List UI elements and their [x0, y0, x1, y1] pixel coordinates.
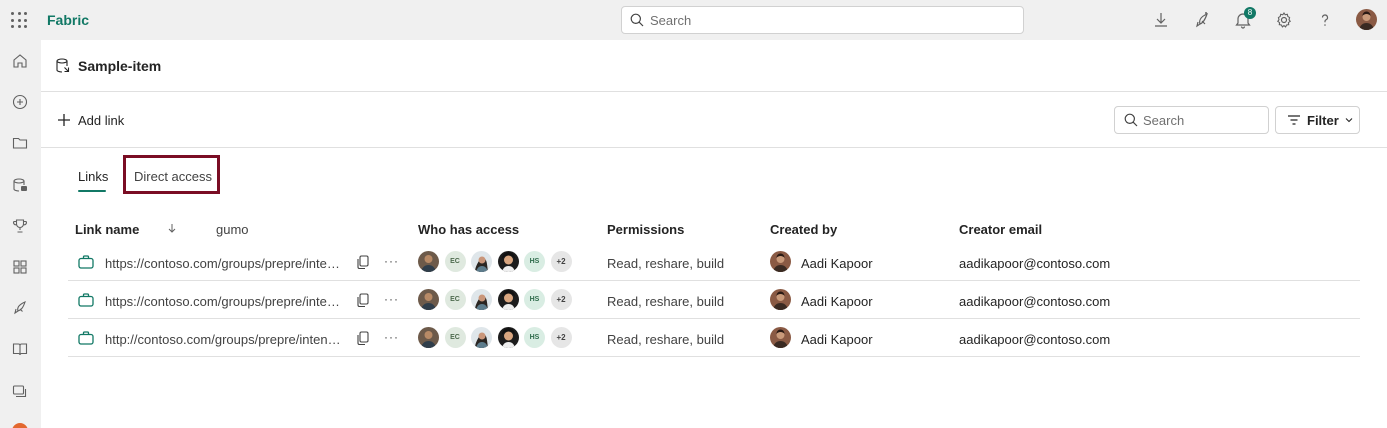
more-access-count[interactable]: +2 [550, 251, 572, 272]
access-avatar [497, 289, 519, 310]
trophy-icon[interactable] [11, 217, 29, 235]
help-icon[interactable] [1315, 10, 1335, 30]
briefcase-link-icon [78, 331, 94, 345]
link-url[interactable]: https://contoso.com/groups/prepre/intent… [105, 256, 341, 271]
learn-icon[interactable] [11, 340, 29, 358]
access-avatar-initials: HS [524, 251, 545, 272]
table-header: Link name gumo Who has access Permission… [68, 218, 1360, 242]
briefcase-link-icon [78, 293, 94, 307]
column-header-created-by[interactable]: Created by [770, 222, 837, 237]
add-link-label: Add link [78, 112, 125, 128]
creator-name: Aadi Kapoor [801, 294, 873, 309]
creator-avatar [770, 289, 791, 310]
data-hub-icon[interactable] [11, 176, 29, 194]
access-avatar [418, 327, 439, 348]
deployment-icon[interactable] [11, 299, 29, 317]
links-search-box[interactable] [1114, 106, 1269, 134]
global-search-input[interactable] [650, 11, 1010, 29]
creator-email: aadikapoor@contoso.com [959, 256, 1111, 271]
tab-links[interactable]: Links [78, 169, 109, 192]
active-tab-indicator [78, 190, 106, 192]
link-url[interactable]: https://contoso.com/groups/prepre/intent… [105, 294, 341, 309]
global-search-box[interactable] [621, 6, 1024, 34]
tab-links-label: Links [78, 169, 109, 184]
search-icon [1124, 113, 1138, 127]
briefcase-link-icon [78, 255, 94, 269]
access-avatars[interactable]: EC HS +2 [418, 289, 572, 311]
workspace-avatar[interactable] [12, 423, 28, 428]
access-avatar-initials: EC [444, 327, 466, 348]
search-icon [630, 13, 644, 27]
item-title: Sample-item [78, 58, 162, 74]
access-avatars[interactable]: EC HS +2 [418, 251, 572, 273]
sort-arrow-down-icon[interactable] [168, 223, 176, 233]
access-avatar [497, 327, 519, 348]
add-link-button[interactable]: Add link [57, 110, 124, 130]
column-header-link-name[interactable]: Link name [75, 222, 139, 237]
rocket-icon[interactable] [1192, 10, 1212, 30]
access-avatar-initials: EC [444, 289, 466, 310]
app-brand[interactable]: Fabric [47, 12, 89, 28]
creator-avatar [770, 327, 791, 348]
toolbar: Add link Filter [41, 92, 1387, 148]
notification-badge: 8 [1244, 7, 1256, 19]
permissions-text: Read, reshare, build [607, 256, 725, 271]
copy-icon[interactable] [357, 331, 369, 345]
more-options-icon[interactable]: ··· [384, 330, 399, 344]
main-panel: Sample-item Add link Filter Links Direct… [41, 40, 1387, 428]
access-avatar [497, 251, 519, 272]
workspaces-icon[interactable] [11, 382, 29, 400]
links-search-input[interactable] [1143, 112, 1263, 129]
gear-icon[interactable] [1274, 10, 1294, 30]
creator-avatar [770, 251, 791, 272]
copy-icon[interactable] [357, 293, 369, 307]
creator-email: aadikapoor@contoso.com [959, 332, 1111, 347]
waffle-icon[interactable] [11, 12, 27, 28]
more-options-icon[interactable]: ··· [384, 254, 399, 268]
filter-icon [1288, 115, 1300, 125]
dataset-icon [56, 58, 70, 73]
creator-email: aadikapoor@contoso.com [959, 294, 1111, 309]
table-row[interactable]: https://contoso.com/groups/prepre/intent… [68, 281, 1360, 319]
access-avatar [471, 289, 492, 310]
user-avatar[interactable] [1356, 9, 1377, 30]
filter-button[interactable]: Filter [1275, 106, 1360, 134]
access-avatar [418, 251, 439, 272]
more-access-count[interactable]: +2 [550, 327, 572, 348]
left-nav-rail [0, 40, 41, 428]
home-icon[interactable] [11, 52, 29, 70]
column-header-extra: gumo [216, 222, 249, 237]
apps-icon[interactable] [11, 258, 29, 276]
plus-icon [58, 114, 70, 126]
create-icon[interactable] [11, 93, 29, 111]
table-row[interactable]: https://contoso.com/groups/prepre/intent… [68, 243, 1360, 281]
access-avatar-initials: HS [524, 289, 545, 310]
filter-label: Filter [1307, 112, 1339, 128]
download-icon[interactable] [1151, 10, 1171, 30]
access-avatar-initials: HS [524, 327, 545, 348]
column-header-permissions[interactable]: Permissions [607, 222, 684, 237]
column-header-who-has-access[interactable]: Who has access [418, 222, 519, 237]
link-url[interactable]: http://contoso.com/groups/prepre/intent/… [105, 332, 341, 347]
chevron-down-icon [1345, 118, 1353, 123]
creator-name: Aadi Kapoor [801, 256, 873, 271]
access-avatar-initials: EC [444, 251, 466, 272]
more-options-icon[interactable]: ··· [384, 292, 399, 306]
permissions-text: Read, reshare, build [607, 332, 725, 347]
item-header: Sample-item [41, 40, 1387, 92]
top-bar: Fabric 8 [0, 0, 1387, 40]
creator-name: Aadi Kapoor [801, 332, 873, 347]
browse-icon[interactable] [11, 134, 29, 152]
table-row[interactable]: http://contoso.com/groups/prepre/intent/… [68, 319, 1360, 357]
access-avatar [418, 289, 439, 310]
access-avatar [471, 327, 492, 348]
access-avatars[interactable]: EC HS +2 [418, 327, 572, 349]
permissions-text: Read, reshare, build [607, 294, 725, 309]
more-access-count[interactable]: +2 [550, 289, 572, 310]
highlight-annotation-box [123, 155, 220, 194]
column-header-creator-email[interactable]: Creator email [959, 222, 1042, 237]
access-avatar [471, 251, 492, 272]
copy-icon[interactable] [357, 255, 369, 269]
